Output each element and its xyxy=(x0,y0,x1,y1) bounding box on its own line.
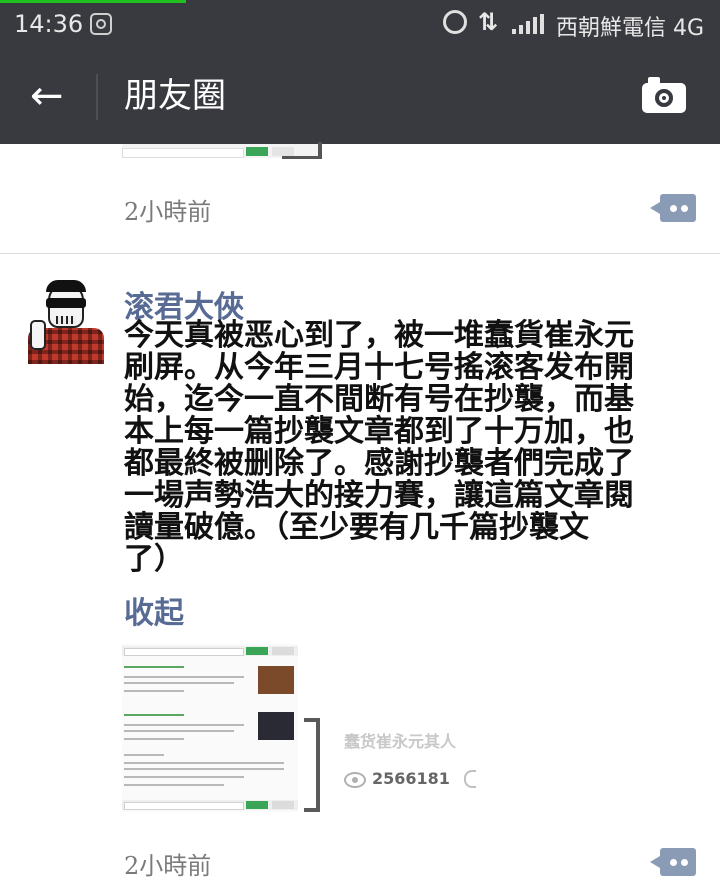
download-progress-bar xyxy=(0,0,186,3)
comment-dots-icon[interactable] xyxy=(650,194,696,222)
post-text: 今天真被恶心到了，被一堆蠢貨崔永元 刷屏。从今年三月十七号搖滚客发布開 始，迄今… xyxy=(124,318,634,577)
shared-card-title[interactable]: 蠢货崔永元其人 xyxy=(344,728,456,752)
carrier-label: 西朝鮮電信 4G xyxy=(556,16,705,41)
page-title: 朋友圈 xyxy=(124,76,226,116)
shared-card-thumbnail[interactable] xyxy=(122,644,298,812)
post-divider xyxy=(0,253,720,254)
card-frame-bracket xyxy=(304,718,320,812)
collapse-link[interactable]: 收起 xyxy=(124,588,184,632)
avatar[interactable] xyxy=(24,280,108,364)
notification-app-icon xyxy=(90,13,112,35)
alarm-icon xyxy=(443,10,467,34)
post-time: 2小時前 xyxy=(124,852,212,880)
like-icon xyxy=(464,770,476,788)
shared-card-views: 2566181 xyxy=(372,769,450,788)
signal-strength-icon xyxy=(512,14,544,34)
previous-post-time: 2小時前 xyxy=(124,198,212,226)
previous-post-image-snippet[interactable] xyxy=(122,142,322,159)
status-time: 14:36 xyxy=(14,10,84,38)
eye-icon xyxy=(344,772,366,788)
status-bar: 14:36 ⇅ 西朝鮮電信 4G xyxy=(0,0,720,50)
back-arrow-icon[interactable]: ← xyxy=(30,76,64,116)
title-divider xyxy=(96,74,98,120)
camera-icon[interactable] xyxy=(642,77,686,113)
data-transfer-icon: ⇅ xyxy=(478,8,498,36)
title-bar: ← 朋友圈 xyxy=(0,50,720,144)
comment-dots-icon[interactable] xyxy=(650,848,696,876)
